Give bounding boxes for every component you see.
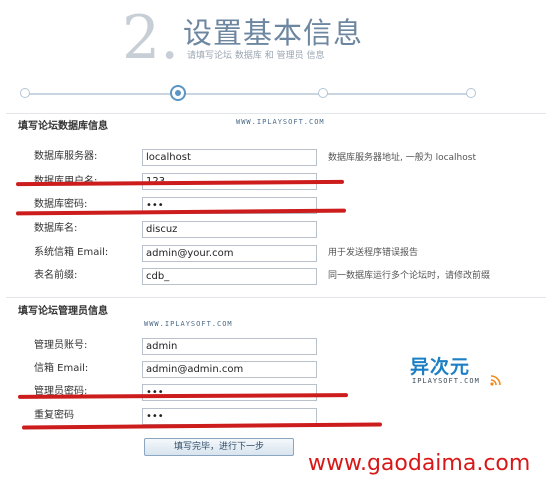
db-name-label: 数据库名: [34, 223, 78, 234]
admin-account-input[interactable]: admin [142, 338, 317, 355]
step-progress-bar [20, 85, 480, 102]
repeat-password-label: 重复密码 [34, 410, 74, 421]
step-number: 2. [122, 3, 180, 73]
system-email-label: 系统信箱 Email: [34, 247, 109, 258]
step-dot-2-current [170, 85, 186, 101]
submit-next-button[interactable]: 填写完毕，进行下一步 [144, 438, 294, 456]
admin-account-label: 管理员账号: [34, 340, 88, 351]
step-dot-3 [318, 88, 328, 98]
db-host-tip: 数据库服务器地址, 一般为 localhost [328, 153, 476, 163]
admin-email-input[interactable]: admin@admin.com [142, 361, 317, 378]
section-divider [6, 297, 546, 298]
section-divider [6, 113, 546, 114]
iplaysoft-watermark: WWW.IPLAYSOFT.COM [144, 320, 233, 328]
db-host-label: 数据库服务器: [34, 151, 98, 162]
annotation-underline [21, 422, 383, 430]
iplaysoft-logo: 异次元 IPLAYSOFT.COM [408, 352, 508, 392]
table-prefix-label: 表名前缀: [34, 270, 78, 281]
system-email-tip: 用于发送程序错误报告 [328, 248, 419, 258]
step-dot-1 [20, 88, 30, 98]
progress-track [26, 93, 474, 95]
rss-icon [490, 375, 501, 386]
iplaysoft-watermark: WWW.IPLAYSOFT.COM [236, 118, 325, 126]
admin-section-title: 填写论坛管理员信息 [18, 306, 108, 317]
page-title: 设置基本信息 [183, 16, 364, 50]
system-email-input[interactable]: admin@your.com [142, 245, 317, 262]
db-host-input[interactable]: localhost [142, 149, 317, 166]
page-header: 2. 设置基本信息 请填写论坛 数据库 和 管理员 信息 [0, 0, 554, 80]
logo-text-cn: 异次元 [410, 356, 471, 378]
site-watermark: www.gaodaima.com [308, 451, 531, 476]
db-section-title: 填写论坛数据库信息 [18, 121, 108, 132]
table-prefix-tip: 同一数据库运行多个论坛时，请修改前缀 [328, 271, 491, 281]
step-dot-4 [466, 88, 476, 98]
admin-email-label: 信箱 Email: [34, 363, 89, 374]
db-name-input[interactable]: discuz [142, 221, 317, 238]
table-prefix-input[interactable]: cdb_ [142, 268, 317, 285]
logo-text-en: IPLAYSOFT.COM [412, 377, 480, 385]
page-subtitle: 请填写论坛 数据库 和 管理员 信息 [187, 51, 325, 61]
